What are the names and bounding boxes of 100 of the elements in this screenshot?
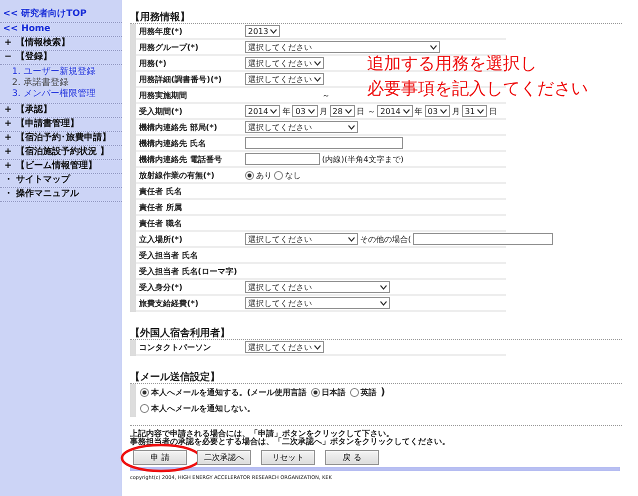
- field-label: 立入場所(*): [138, 234, 184, 244]
- radio-button[interactable]: [245, 170, 254, 180]
- section-title: 【用務情報】: [130, 10, 622, 24]
- dropdown[interactable]: 選択してください: [245, 73, 324, 85]
- radio-label: 本人へメールを通知しない。: [151, 403, 255, 414]
- dropdown[interactable]: 31: [462, 105, 488, 117]
- nav-label: 【宿泊施設予約状況 】: [16, 147, 110, 158]
- annotation-text: 追加する用務を選択し 必要事項を記入してください: [367, 53, 588, 101]
- radio-button[interactable]: [140, 404, 149, 413]
- field-label: 受入担当者 氏名: [138, 250, 199, 260]
- nav-item[interactable]: + 【宿泊予約･旅費申請】: [0, 132, 122, 146]
- field-label: 用務(*): [138, 58, 168, 68]
- form-button[interactable]: 申 請: [133, 450, 187, 465]
- field-text: 年: [414, 106, 423, 116]
- form-button[interactable]: 戻 る: [325, 450, 379, 465]
- input-field[interactable]: [413, 233, 554, 245]
- field-label: 用務グループ(*): [138, 42, 200, 52]
- dropdown[interactable]: 選択してください: [245, 121, 358, 133]
- field-text: ～: [322, 90, 330, 100]
- caret-icon: [348, 236, 355, 242]
- nav-marker: ・: [4, 175, 12, 186]
- nav-label: 操作マニュアル: [16, 189, 79, 200]
- form-button[interactable]: 二次承認へ: [197, 450, 251, 465]
- field-label: 責任者 氏名: [138, 186, 183, 196]
- nav-marker: −: [4, 52, 12, 63]
- caret-icon: [308, 108, 315, 114]
- dropdown[interactable]: 選択してください: [245, 41, 440, 53]
- nav-marker: +: [4, 38, 12, 49]
- radio-button[interactable]: [310, 388, 320, 397]
- input-field[interactable]: [245, 137, 403, 149]
- dropdown[interactable]: 2014: [377, 105, 413, 117]
- field-label: 受入身分(*): [138, 282, 184, 292]
- input-field[interactable]: [245, 153, 320, 165]
- nav-subitem[interactable]: 2. 承諾書登録: [12, 78, 122, 89]
- field-label: 旅費支給経費(*): [138, 298, 200, 308]
- dropdown[interactable]: 選択してください: [245, 297, 390, 309]
- caret-icon: [270, 28, 278, 34]
- dropdown[interactable]: 選択してください: [245, 233, 358, 245]
- nav-item[interactable]: ・ 操作マニュアル: [0, 188, 122, 202]
- field-label: 放射線作業の有無(*): [138, 170, 216, 180]
- nav-label: 【宿泊予約･旅費申請】: [16, 133, 111, 144]
- nav-label: 【情報検索】: [16, 38, 70, 49]
- caret-icon: [314, 76, 321, 82]
- nav-link[interactable]: << Home: [0, 23, 122, 37]
- radio-label: 日本語: [322, 387, 346, 398]
- nav-item[interactable]: + 【情報検索】: [0, 37, 122, 51]
- nav-subitem[interactable]: 3. メンバー権限管理: [12, 89, 122, 100]
- field-label: 用務詳細(調書番号)(*): [138, 74, 223, 84]
- field-label: コンタクトパーソン: [138, 342, 212, 352]
- instruction-text: 上記内容で申請される場合には、「申請」ボタンをクリックして下さい。: [130, 430, 395, 438]
- nav-label: 【登録】: [16, 52, 52, 63]
- nav-marker: +: [4, 161, 12, 172]
- nav-marker: +: [4, 133, 12, 144]
- field-label: 受入期間(*): [138, 106, 184, 116]
- nav-item[interactable]: + 【ビーム情報管理】: [0, 160, 122, 174]
- nav-marker: +: [4, 119, 12, 130]
- field-label: 機構内連絡先 氏名: [138, 138, 207, 148]
- nav-item[interactable]: + 【申請書管理】: [0, 118, 122, 132]
- form-button[interactable]: リセット: [261, 450, 315, 465]
- nav-item[interactable]: + 【承認】: [0, 104, 122, 118]
- field-label: 受入担当者 氏名(ローマ字): [138, 266, 238, 276]
- dropdown[interactable]: 選択してください: [245, 57, 324, 69]
- dropdown[interactable]: 2013: [245, 25, 280, 37]
- nav-item[interactable]: ・ サイトマップ: [0, 174, 122, 188]
- caret-icon: [380, 300, 387, 306]
- dropdown[interactable]: 28: [330, 105, 355, 117]
- section-title: 【外国人宿舎利用者】: [130, 326, 622, 340]
- radio-button[interactable]: [350, 388, 359, 397]
- caret-icon: [344, 108, 352, 114]
- dropdown[interactable]: 選択してください: [245, 341, 324, 353]
- section-title: 【メール送信設定】: [130, 370, 622, 384]
- nav-link[interactable]: << 研究者向けTOP: [0, 6, 122, 23]
- nav-subitem[interactable]: 1. ユーザー新規登録: [12, 67, 122, 78]
- field-label: 責任者 所属: [138, 202, 183, 212]
- dropdown[interactable]: 2014: [245, 105, 280, 117]
- nav-label: 【承認】: [16, 105, 52, 116]
- dropdown[interactable]: 選択してください: [245, 281, 390, 293]
- field-label: 機構内連絡先 電話番号: [138, 154, 223, 164]
- dropdown[interactable]: 03: [424, 105, 450, 117]
- field-text: その他の場合(: [360, 234, 412, 244]
- radio-label: あり: [256, 170, 272, 180]
- dropdown[interactable]: 03: [292, 105, 318, 117]
- field-label: 用務年度(*): [138, 26, 184, 36]
- caret-icon: [314, 60, 321, 66]
- field-text: 年: [282, 106, 290, 116]
- caret-icon: [348, 124, 355, 130]
- field-text: 日 ～: [356, 106, 376, 116]
- field-label: 責任者 職名: [138, 218, 183, 228]
- radio-label: 英語: [360, 387, 377, 398]
- caret-icon: [430, 44, 437, 50]
- nav-item[interactable]: + 【宿泊施設予約状況 】: [0, 146, 122, 160]
- radio-label: 本人へメールを通知する。(メール使用言語: [151, 387, 307, 398]
- radio-button[interactable]: [140, 388, 149, 397]
- nav-label: サイトマップ: [16, 175, 70, 186]
- nav-label: 【ビーム情報管理】: [16, 161, 97, 172]
- caret-icon: [440, 108, 447, 114]
- radio-label: なし: [285, 170, 301, 180]
- nav-item[interactable]: − 【登録】: [0, 51, 122, 65]
- radio-button[interactable]: [274, 170, 283, 180]
- caret-icon: [270, 108, 278, 114]
